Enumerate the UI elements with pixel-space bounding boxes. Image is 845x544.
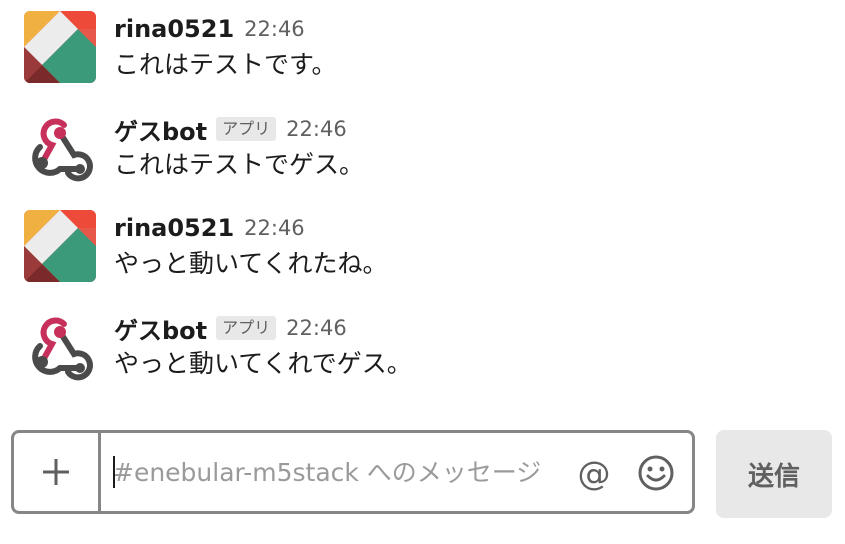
- user-avatar-image: [24, 11, 96, 83]
- timestamp[interactable]: 22:46: [244, 216, 305, 240]
- message-input[interactable]: [101, 433, 551, 511]
- timestamp[interactable]: 22:46: [286, 117, 347, 141]
- webhook-icon: [32, 317, 93, 381]
- message-item: ゲスbot アプリ 22:46 やっと動いてくれでゲス。: [24, 310, 824, 382]
- send-button[interactable]: 送信: [716, 430, 832, 518]
- message-header: ゲスbot アプリ 22:46: [114, 310, 412, 346]
- text-cursor: [113, 456, 115, 488]
- message-text: やっと動いてくれたね。: [114, 249, 388, 278]
- message-text: これはテストです。: [114, 50, 337, 79]
- webhook-bot-avatar[interactable]: [24, 310, 96, 382]
- message-header: ゲスbot アプリ 22:46: [114, 111, 364, 147]
- message-body: rina0521 22:46 やっと動いてくれたね。: [114, 210, 388, 282]
- message-header: rina0521 22:46: [114, 210, 388, 246]
- timestamp[interactable]: 22:46: [286, 316, 347, 340]
- message-text: やっと動いてくれでゲス。: [114, 349, 412, 378]
- timestamp[interactable]: 22:46: [244, 17, 305, 41]
- at-icon: @: [577, 453, 611, 493]
- user-avatar[interactable]: [24, 11, 96, 83]
- message-header: rina0521 22:46: [114, 11, 337, 47]
- username[interactable]: rina0521: [114, 214, 234, 242]
- message-item: ゲスbot アプリ 22:46 これはテストでゲス。: [24, 111, 824, 183]
- message-item: rina0521 22:46 これはテストです。: [24, 11, 824, 83]
- mention-button[interactable]: @: [574, 453, 614, 493]
- message-text: これはテストでゲス。: [114, 150, 365, 179]
- message-body: ゲスbot アプリ 22:46 これはテストでゲス。: [114, 111, 364, 183]
- username[interactable]: rina0521: [114, 15, 234, 43]
- user-avatar-image: [24, 210, 96, 282]
- user-avatar[interactable]: [24, 210, 96, 282]
- message-body: ゲスbot アプリ 22:46 やっと動いてくれでゲス。: [114, 310, 412, 382]
- username[interactable]: ゲスbot: [114, 311, 207, 346]
- plus-icon: [43, 459, 69, 485]
- message-body: rina0521 22:46 これはテストです。: [114, 11, 337, 83]
- emoji-button[interactable]: [636, 453, 676, 493]
- webhook-bot-avatar[interactable]: [24, 111, 96, 183]
- message-composer: @: [11, 430, 695, 514]
- username[interactable]: ゲスbot: [114, 112, 207, 147]
- app-badge: アプリ: [216, 316, 277, 340]
- attach-button[interactable]: [14, 433, 101, 511]
- webhook-icon: [32, 118, 93, 182]
- smiley-icon: [638, 455, 674, 491]
- message-item: rina0521 22:46 やっと動いてくれたね。: [24, 210, 824, 282]
- chat-app: rina0521 22:46 これはテストです。 ゲスbot アプリ 22:46…: [0, 0, 845, 544]
- app-badge: アプリ: [216, 117, 277, 141]
